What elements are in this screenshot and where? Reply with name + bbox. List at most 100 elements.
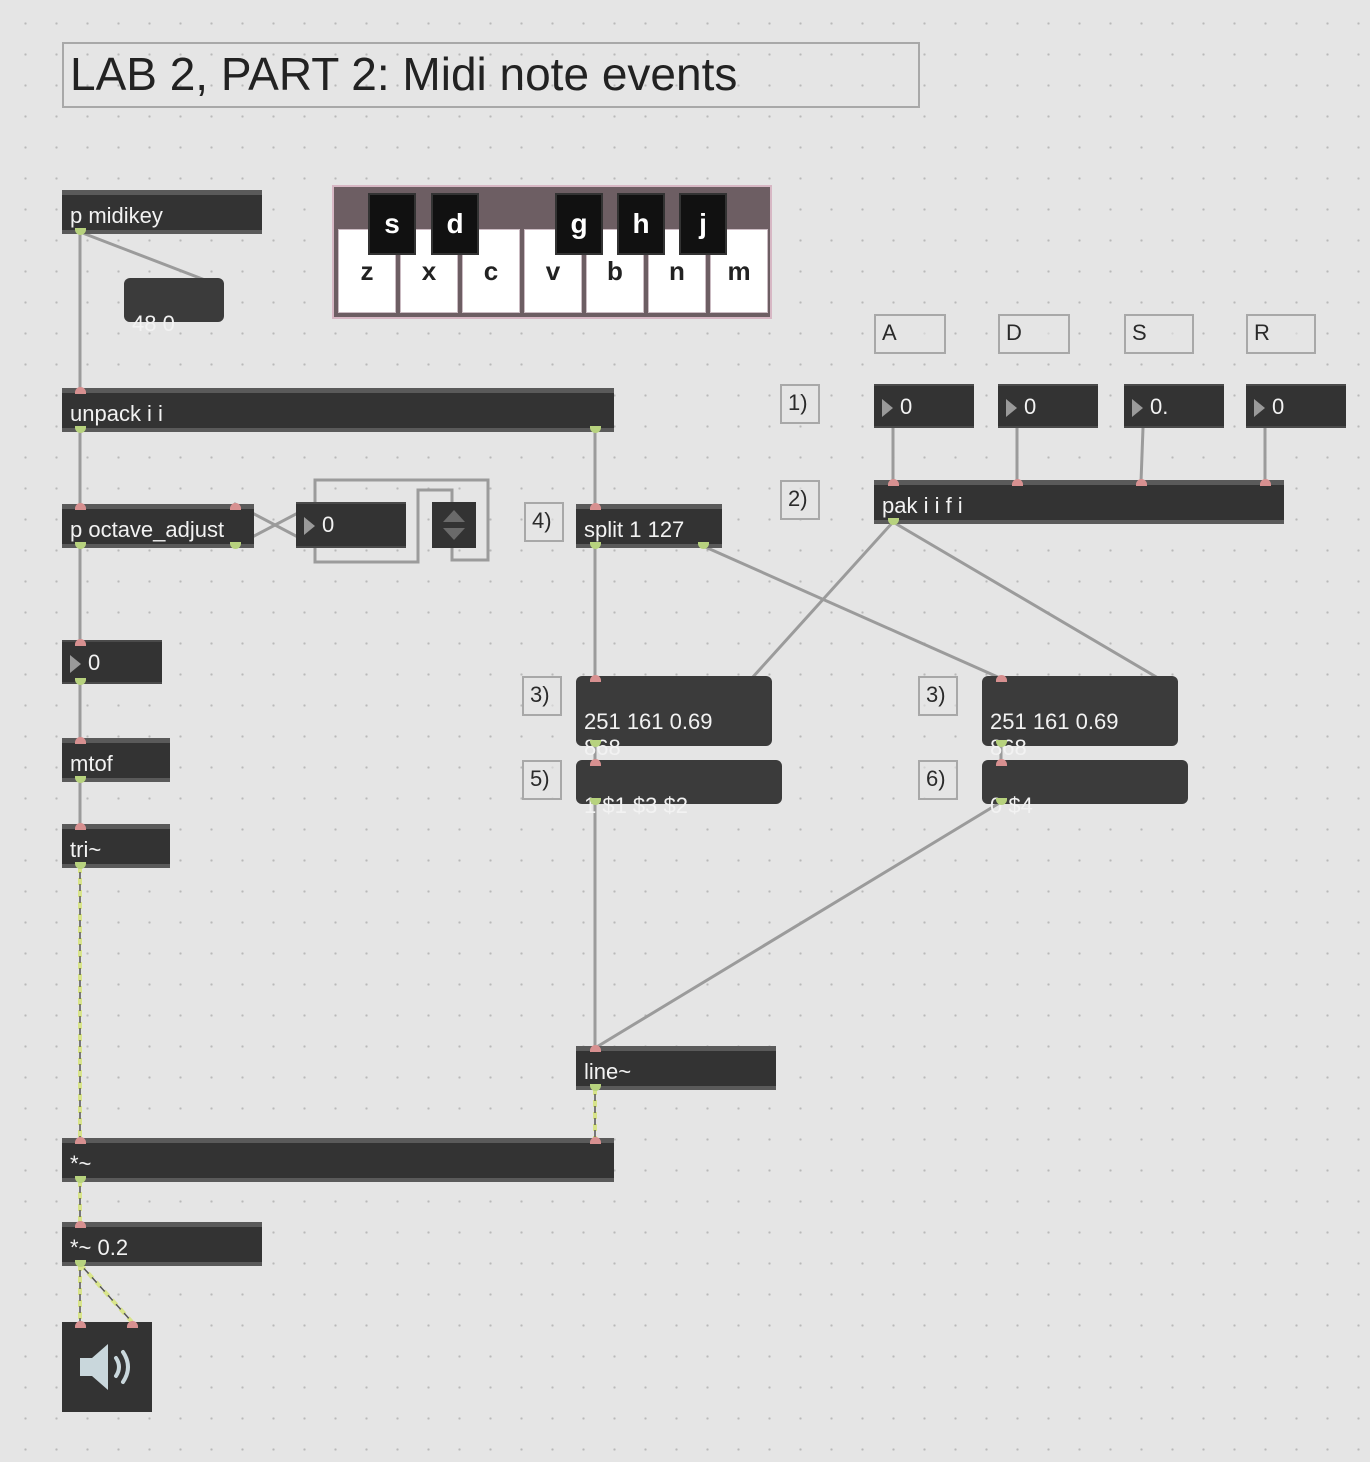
multiply-label: *~ [70, 1151, 92, 1176]
black-key-label: j [699, 208, 707, 239]
envelope-message-right-text: 251 161 0.69 868 [990, 709, 1119, 760]
black-key-g[interactable]: g [555, 193, 603, 255]
label-attack-text: A [882, 320, 897, 345]
cord-release-msg-line[interactable] [593, 800, 1003, 1050]
step-label-5: 5) [522, 760, 562, 800]
black-key-label: s [384, 208, 400, 239]
step-label-6: 6) [918, 760, 958, 800]
white-key-label: x [421, 256, 437, 286]
attack-number[interactable]: 0 [874, 384, 974, 428]
line-label: line~ [584, 1059, 632, 1084]
speaker-icon [80, 1344, 130, 1390]
step-label-3a: 3) [522, 676, 562, 716]
inlet[interactable] [230, 503, 241, 510]
number-arrow-icon [70, 655, 81, 673]
inlet[interactable] [590, 1045, 601, 1052]
white-key-label: m [727, 256, 751, 286]
black-key-d[interactable]: d [431, 193, 479, 255]
black-key-j[interactable]: j [679, 193, 727, 255]
black-key-s[interactable]: s [368, 193, 416, 255]
decay-number[interactable]: 0 [998, 384, 1098, 428]
label-attack: A [874, 314, 946, 354]
signal-gain-dac-right[interactable] [78, 1262, 134, 1324]
inlet[interactable] [75, 639, 86, 646]
multiply-object[interactable]: *~ [62, 1138, 614, 1182]
envelope-message-right[interactable]: 251 161 0.69 868 [982, 676, 1178, 760]
step-label-text: 3) [530, 682, 550, 707]
inlet[interactable] [75, 737, 86, 744]
white-key-label: b [607, 256, 623, 286]
black-key-label: d [446, 208, 464, 239]
inlet[interactable] [590, 675, 601, 682]
octave-number[interactable]: 0 [296, 502, 406, 548]
inlet[interactable] [590, 759, 601, 766]
attack-value: 0 [900, 394, 913, 419]
inlet[interactable] [888, 479, 899, 486]
step-label-1: 1) [780, 384, 820, 424]
patch-title-text: LAB 2, PART 2: Midi note events [70, 48, 738, 100]
black-key-h[interactable]: h [617, 193, 665, 255]
cord-pak-env-right[interactable] [891, 520, 1160, 680]
black-key-label: h [632, 208, 650, 239]
step-label-text: 3) [926, 682, 946, 707]
attack-line-message-text: 1 $1 $3 $2 [584, 793, 688, 818]
attack-line-message[interactable]: 1 $1 $3 $2 [576, 760, 782, 818]
number-arrow-icon [1132, 399, 1143, 417]
gain-label: *~ 0.2 [70, 1235, 129, 1260]
midikey-object[interactable]: p midikey [62, 190, 262, 234]
label-decay: D [998, 314, 1070, 354]
inlet[interactable] [75, 1137, 86, 1144]
dac-speaker[interactable] [62, 1322, 152, 1412]
step-label-text: 1) [788, 390, 808, 415]
split-label: split 1 127 [584, 517, 685, 542]
inlet[interactable] [75, 387, 86, 394]
decay-value: 0 [1024, 394, 1037, 419]
midikey-message[interactable]: 48 0 [124, 278, 224, 336]
cord-midikey-msg[interactable] [78, 230, 207, 282]
release-value: 0 [1272, 394, 1285, 419]
cord-sustain-pak[interactable] [1139, 426, 1145, 484]
step-label-2: 2) [780, 480, 820, 520]
number-arrow-icon [1006, 399, 1017, 417]
piano-keyboard[interactable]: z x c v b n m s d g h j [332, 185, 772, 319]
pitch-value: 0 [88, 650, 101, 675]
octave-stepper[interactable] [432, 502, 476, 548]
cord-split-env-right[interactable] [701, 544, 1002, 680]
mtof-label: mtof [70, 751, 113, 776]
sustain-number[interactable]: 0. [1124, 384, 1224, 428]
patch-title: LAB 2, PART 2: Midi note events [62, 42, 920, 108]
inlet[interactable] [127, 1321, 138, 1328]
number-arrow-icon [1254, 399, 1265, 417]
label-sustain: S [1124, 314, 1194, 354]
step-label-text: 6) [926, 766, 946, 791]
white-key-label: n [669, 256, 685, 286]
inlet[interactable] [590, 1137, 601, 1144]
inlet[interactable] [996, 759, 1007, 766]
inlet[interactable] [75, 1321, 86, 1328]
gain-object[interactable]: *~ 0.2 [62, 1222, 262, 1266]
pak-object[interactable]: pak i i f i [874, 480, 1284, 524]
line-object[interactable]: line~ [576, 1046, 776, 1090]
octave-adjust-object[interactable]: p octave_adjust [62, 504, 254, 548]
inlet[interactable] [1136, 479, 1147, 486]
inlet[interactable] [75, 1221, 86, 1228]
pak-label: pak i i f i [882, 493, 963, 518]
release-number[interactable]: 0 [1246, 384, 1346, 428]
unpack-object[interactable]: unpack i i [62, 388, 614, 432]
inlet[interactable] [590, 503, 601, 510]
inlet[interactable] [75, 823, 86, 830]
number-arrow-icon [304, 517, 315, 535]
white-key-label: c [483, 256, 499, 286]
inlet[interactable] [996, 675, 1007, 682]
release-line-message-text: 0 $4 [990, 793, 1033, 818]
release-line-message[interactable]: 0 $4 [982, 760, 1188, 818]
envelope-message-left[interactable]: 251 161 0.69 868 [576, 676, 772, 760]
cord-pak-env-left[interactable] [750, 520, 895, 680]
label-decay-text: D [1006, 320, 1022, 345]
inlet[interactable] [1012, 479, 1023, 486]
tri-label: tri~ [70, 837, 102, 862]
inlet[interactable] [1260, 479, 1271, 486]
envelope-message-left-text: 251 161 0.69 868 [584, 709, 713, 760]
step-label-text: 2) [788, 486, 808, 511]
inlet[interactable] [75, 503, 86, 510]
